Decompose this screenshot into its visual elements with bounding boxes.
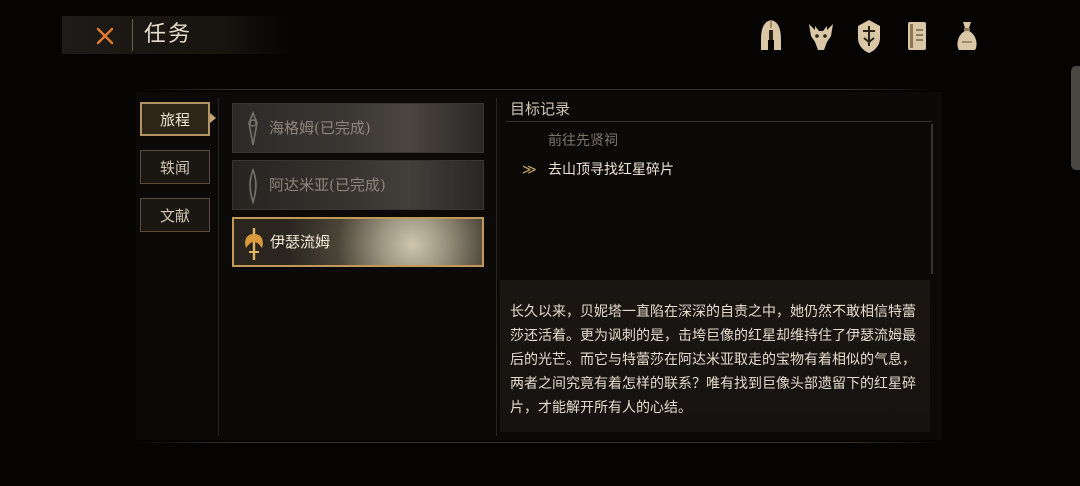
close-x-icon — [96, 27, 114, 45]
shield-emblem-icon[interactable] — [854, 16, 884, 56]
active-tab-arrow-icon — [210, 113, 216, 123]
page-title: 任务 — [144, 22, 193, 47]
panel-top-rule — [136, 89, 942, 90]
header-divider — [132, 19, 133, 51]
objectives-title: 目标记录 — [510, 100, 571, 118]
device-edge-handle[interactable] — [1071, 66, 1080, 170]
journal-icon[interactable] — [902, 16, 932, 56]
quest-emblem-icon — [245, 228, 263, 260]
quest-item-haigemu[interactable]: 海格姆(已完成) — [232, 103, 484, 153]
tab-anecdotes[interactable]: 轶闻 — [140, 150, 210, 184]
quest-label: 海格姆(已完成) — [269, 119, 371, 137]
current-objective-marker-icon: ≫ — [522, 162, 537, 178]
quest-label: 阿达米亚(已完成) — [269, 176, 386, 194]
top-nav-icons — [756, 16, 982, 56]
objectives-scrollbar[interactable] — [931, 124, 933, 274]
middle-divider — [496, 98, 497, 436]
objective-current: 去山顶寻找红星碎片 — [548, 162, 674, 178]
quest-description: 长久以来，贝妮塔一直陷在深深的自责之中，她仍然不敢相信特蕾莎还活着。更为讽刺的是… — [510, 304, 916, 416]
left-divider — [218, 98, 219, 436]
quest-item-yiseliumu[interactable]: 伊瑟流姆 — [232, 217, 484, 267]
close-button[interactable] — [92, 24, 118, 48]
tab-journey-label: 旅程 — [159, 110, 190, 129]
quest-item-adamiya[interactable]: 阿达米亚(已完成) — [232, 160, 484, 210]
quest-emblem-icon — [249, 167, 257, 205]
tab-documents-label: 文献 — [159, 206, 190, 225]
panel-bottom-rule — [136, 442, 942, 443]
quest-label: 伊瑟流姆 — [270, 233, 331, 251]
item-bag-icon[interactable] — [952, 16, 982, 56]
quest-emblem-icon — [248, 110, 258, 146]
helmet-icon[interactable] — [756, 16, 786, 56]
objectives-underline — [506, 121, 932, 122]
beast-skull-icon[interactable] — [806, 16, 836, 56]
objective-completed: 前往先贤祠 — [548, 133, 618, 149]
tab-anecdotes-label: 轶闻 — [159, 158, 190, 177]
tab-documents[interactable]: 文献 — [140, 198, 210, 232]
tab-journey[interactable]: 旅程 — [140, 102, 210, 136]
